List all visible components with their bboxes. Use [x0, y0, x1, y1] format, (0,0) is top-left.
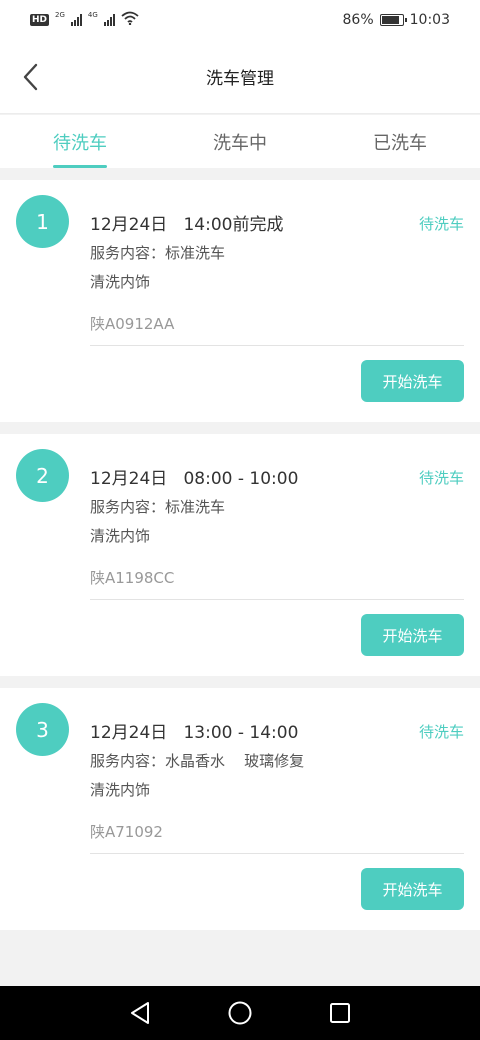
triangle-back-icon: [131, 1002, 149, 1024]
divider: [90, 853, 464, 854]
order-card: 3 12月24日 13:00 - 14:00 待洗车 服务内容：水晶香水 玻璃修…: [0, 688, 480, 930]
order-extra-service: 清洗内饰: [90, 781, 151, 799]
order-card: 1 12月24日 14:00前完成 待洗车 服务内容：标准洗车 清洗内饰 陕A0…: [0, 180, 480, 422]
nav-back-button[interactable]: [120, 993, 160, 1033]
signal-4g-icon: [103, 14, 115, 26]
header: 洗车管理: [0, 40, 480, 114]
order-index-badge: 2: [16, 449, 69, 502]
status-bar: HD 2G 4G 86% 10:03: [0, 0, 480, 40]
order-extra-service: 清洗内饰: [90, 273, 151, 291]
start-wash-button[interactable]: 开始洗车: [361, 614, 464, 656]
back-button[interactable]: [14, 56, 46, 98]
chevron-left-icon: [23, 63, 38, 91]
nav-home-button[interactable]: [220, 993, 260, 1033]
tab-pending[interactable]: 待洗车: [0, 115, 160, 168]
battery-percent: 86%: [342, 12, 374, 28]
divider: [90, 599, 464, 600]
signal-2g-icon: [70, 14, 82, 26]
order-time: 12月24日 14:00前完成: [90, 215, 284, 235]
order-plate: 陕A1198CC: [90, 569, 175, 587]
divider: [90, 345, 464, 346]
tab-in-progress[interactable]: 洗车中: [160, 115, 320, 168]
order-status: 待洗车: [418, 723, 464, 741]
order-list: 1 12月24日 14:00前完成 待洗车 服务内容：标准洗车 清洗内饰 陕A0…: [0, 180, 480, 942]
order-extra-service: 清洗内饰: [90, 527, 151, 545]
battery-icon: [379, 14, 407, 26]
order-service: 服务内容：标准洗车: [90, 244, 226, 262]
page-title: 洗车管理: [206, 69, 274, 89]
order-time: 12月24日 08:00 - 10:00: [90, 469, 299, 489]
square-recent-icon: [330, 1003, 350, 1023]
order-index-badge: 3: [16, 703, 69, 756]
order-service: 服务内容：标准洗车: [90, 498, 226, 516]
order-index-badge: 1: [16, 195, 69, 248]
order-time: 12月24日 13:00 - 14:00: [90, 723, 299, 743]
order-status: 待洗车: [418, 215, 464, 233]
order-plate: 陕A71092: [90, 823, 163, 841]
wifi-icon: [121, 11, 139, 29]
nav-recent-button[interactable]: [320, 993, 360, 1033]
network-4g-label: 4G: [87, 11, 98, 19]
hd-badge: HD: [30, 14, 50, 26]
network-2g-label: 2G: [55, 11, 65, 19]
clock: 10:03: [409, 12, 450, 28]
order-plate: 陕A0912AA: [90, 315, 175, 333]
start-wash-button[interactable]: 开始洗车: [361, 360, 464, 402]
circle-home-icon: [228, 1001, 252, 1025]
status-bar-right: 86% 10:03: [343, 12, 450, 28]
status-bar-left: HD 2G 4G: [30, 11, 139, 29]
order-status: 待洗车: [418, 469, 464, 487]
tab-bar: 待洗车 洗车中 已洗车: [0, 115, 480, 168]
start-wash-button[interactable]: 开始洗车: [361, 868, 464, 910]
system-nav-bar: [0, 986, 480, 1040]
order-service: 服务内容：水晶香水 玻璃修复: [90, 752, 305, 770]
order-card: 2 12月24日 08:00 - 10:00 待洗车 服务内容：标准洗车 清洗内…: [0, 434, 480, 676]
tab-completed[interactable]: 已洗车: [320, 115, 480, 168]
